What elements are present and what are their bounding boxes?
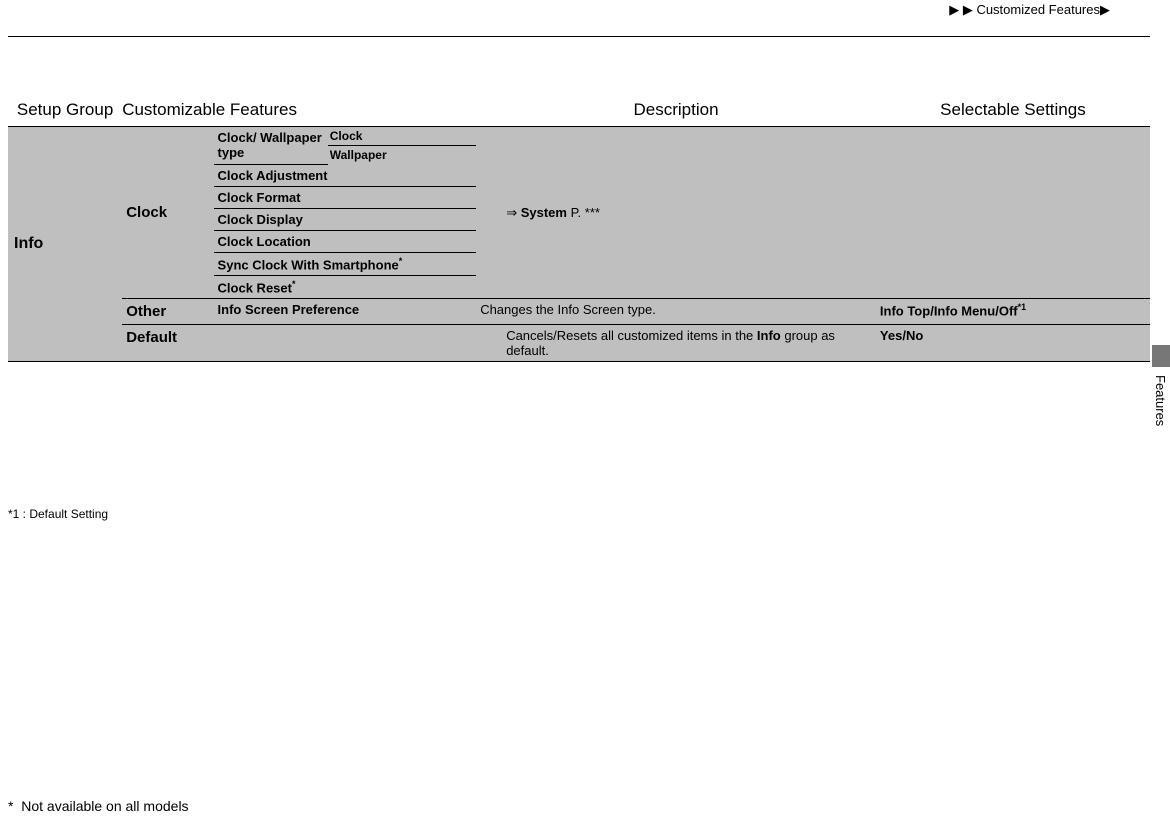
breadcrumb-prefix: ▶ ▶: [949, 2, 976, 17]
clock-options: [876, 127, 1150, 299]
sync-clock-with-smartphone: Sync Clock With Smartphone*: [214, 252, 477, 275]
clock-subgroup: Clock: [122, 127, 213, 299]
table-row: Info Clock Clock/ Wallpaper type Clock ⇒…: [8, 127, 1150, 146]
clock-format: Clock Format: [214, 186, 477, 208]
footnote-not-available: * Not available on all models: [8, 798, 189, 814]
opt-yes: Yes: [880, 328, 902, 343]
other-options: Info Top/Info Menu/Off*1: [876, 299, 1150, 325]
default-feature-empty: [214, 325, 477, 362]
clock-wallpaper-type: Clock/ Wallpaper type: [214, 127, 328, 165]
sync-clock-star: *: [399, 256, 403, 266]
arrow-icon: ⇒: [506, 205, 521, 220]
col-description: Description: [476, 100, 876, 127]
breadcrumb-suffix: ▶: [1100, 2, 1110, 17]
clock-reset-star: *: [292, 279, 296, 289]
opt-info-menu: Info Menu: [934, 303, 995, 318]
side-section-label: Features: [1153, 375, 1168, 426]
col-setup-group: Setup Group: [8, 100, 122, 127]
default-desc-pre: Cancels/Resets all customized items in t…: [506, 328, 757, 343]
clock-desc-page: P. ***: [567, 205, 600, 220]
side-thumb-tab: [1152, 345, 1170, 367]
footnote-star: *: [8, 798, 13, 814]
opt-star: *1: [1018, 302, 1027, 312]
clock-reset-label: Clock Reset: [218, 280, 292, 295]
clock-display: Clock Display: [214, 208, 477, 230]
clock-adjustment: Clock Adjustment: [214, 164, 477, 186]
opt-no: No: [906, 328, 923, 343]
footnote-text: Not available on all models: [21, 798, 188, 814]
default-desc-bold: Info: [757, 328, 781, 343]
clock-description: ⇒ System P. ***: [476, 127, 876, 299]
other-description: Changes the Info Screen type.: [476, 299, 876, 325]
default-options: Yes/No: [876, 325, 1150, 362]
clock-reset: Clock Reset*: [214, 275, 477, 298]
setup-group-info: Info: [8, 127, 122, 362]
default-subgroup: Default: [122, 325, 213, 362]
header-rule: [8, 36, 1150, 37]
clock-wallpaper-item-wallpaper: Wallpaper: [328, 146, 476, 165]
other-subgroup: Other: [122, 299, 213, 325]
footnote-default-setting: *1 : Default Setting: [8, 507, 108, 521]
col-selectable-settings: Selectable Settings: [876, 100, 1150, 127]
settings-table: Setup Group Customizable Features Descri…: [8, 100, 1150, 362]
opt-info-top: Info Top: [880, 303, 930, 318]
table-row: Other Info Screen Preference Changes the…: [8, 299, 1150, 325]
col-customizable-features: Customizable Features: [122, 100, 476, 127]
breadcrumb-text: Customized Features: [976, 2, 1100, 17]
clock-location: Clock Location: [214, 230, 477, 252]
clock-wallpaper-item-clock: Clock: [328, 127, 476, 146]
clock-desc-system: System: [521, 205, 567, 220]
table-row: Default Cancels/Resets all customized it…: [8, 325, 1150, 362]
table-header-row: Setup Group Customizable Features Descri…: [8, 100, 1150, 127]
info-screen-preference: Info Screen Preference: [214, 299, 477, 325]
breadcrumb: ▶ ▶ Customized Features▶: [949, 2, 1110, 18]
sync-clock-label: Sync Clock With Smartphone: [218, 257, 399, 272]
default-description: Cancels/Resets all customized items in t…: [476, 325, 876, 362]
opt-off: Off: [999, 303, 1018, 318]
